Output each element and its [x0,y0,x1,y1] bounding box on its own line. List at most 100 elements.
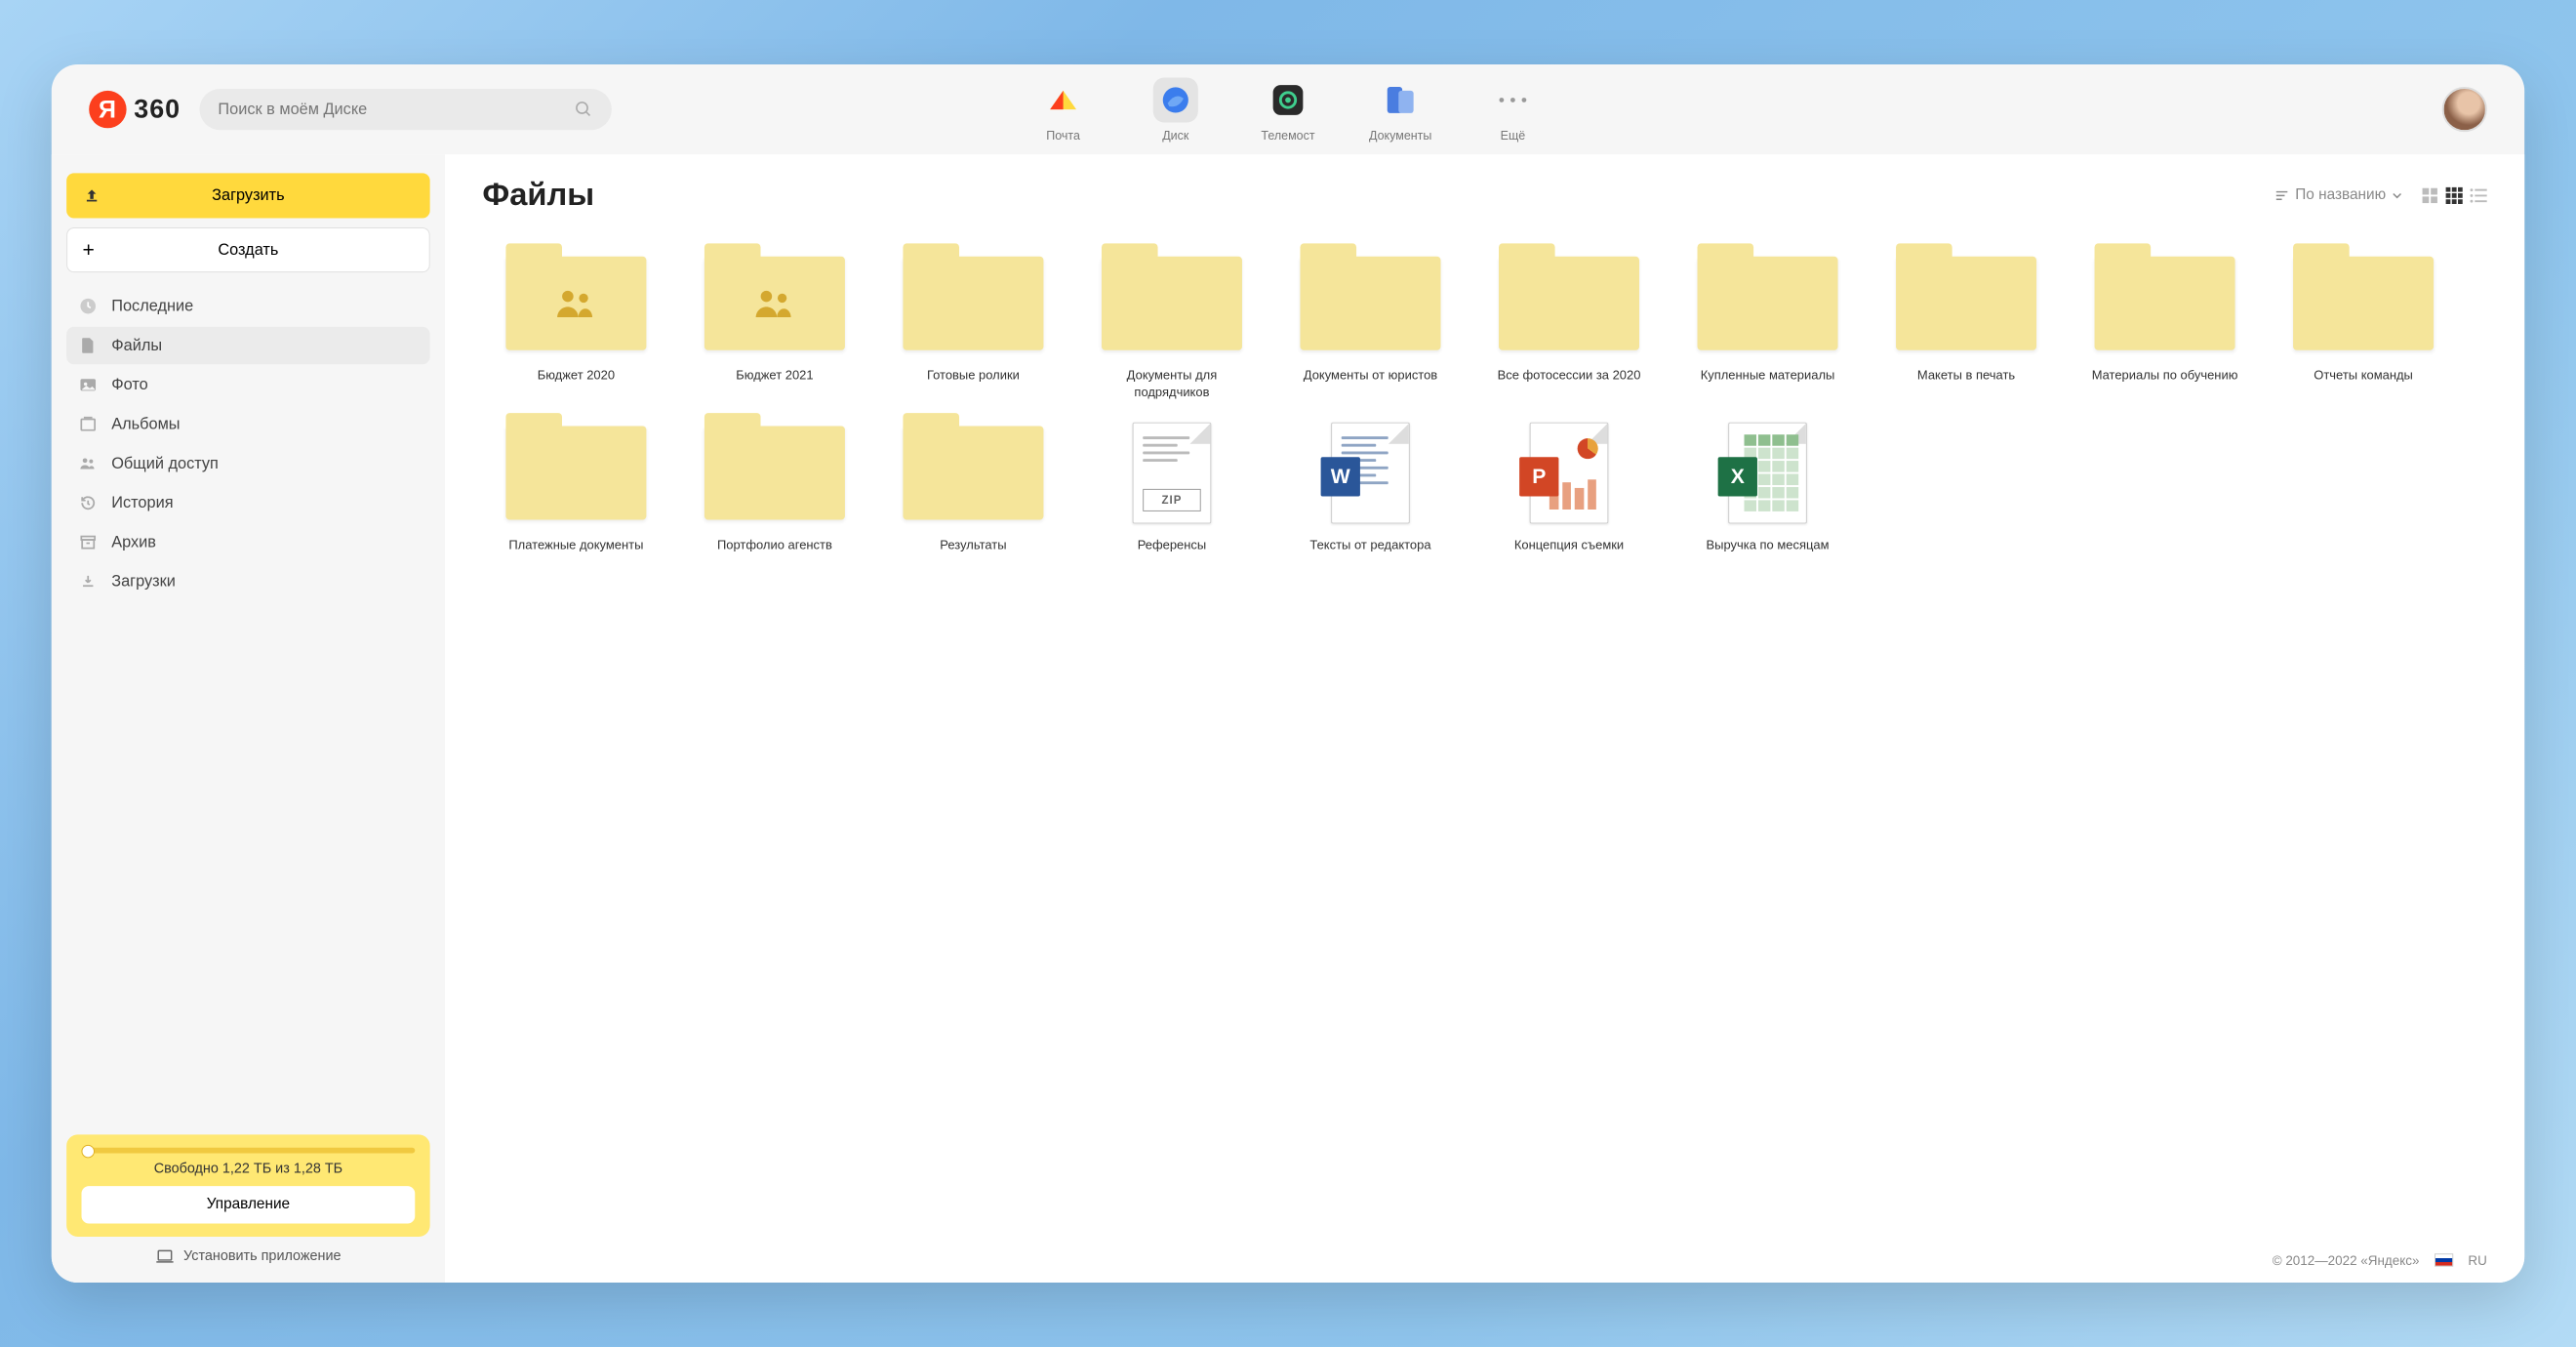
folder-item[interactable]: Готовые ролики [879,247,1067,400]
storage-bar [82,1148,416,1154]
folder-item[interactable]: Портфолио агенств [681,417,868,569]
logo[interactable]: Я 360 [89,91,181,128]
folder-item[interactable]: Материалы по обучению [2072,247,2259,400]
folder-item[interactable]: Бюджет 2021 [681,247,868,400]
folder-item[interactable]: Купленные материалы [1674,247,1862,400]
view-switcher [2422,186,2487,203]
create-button[interactable]: + Создать [66,227,429,272]
sort-label: По названию [2295,186,2386,203]
folder-item[interactable]: Результаты [879,417,1067,569]
excel-file-icon: X [1728,423,1807,524]
nav-disk[interactable]: Диск [1135,77,1217,142]
sort-dropdown[interactable]: По названию [2274,186,2402,203]
title-row: Файлы По названию [482,177,2486,213]
item-label: Результаты [940,537,1006,569]
folder-item[interactable]: Бюджет 2020 [482,247,669,400]
item-thumb [695,417,854,529]
sidebar-item-photo[interactable]: Фото [66,366,429,403]
laptop-icon [155,1248,174,1263]
more-icon [1490,77,1535,122]
view-small-tiles[interactable] [2446,186,2463,203]
item-thumb [1489,247,1648,359]
albums-icon [80,416,99,432]
search-icon[interactable] [574,100,592,118]
file-item[interactable]: ZIP Референсы [1078,417,1266,569]
item-label: Бюджет 2020 [538,367,615,399]
item-label: Референсы [1138,537,1207,569]
folder-item[interactable]: Платежные документы [482,417,669,569]
telemost-icon [1266,77,1310,122]
view-list[interactable] [2471,186,2487,203]
search-input[interactable] [218,100,574,118]
install-app-link[interactable]: Установить приложение [66,1247,429,1263]
photo-icon [80,377,99,393]
item-thumb [1291,247,1450,359]
view-large-tiles[interactable] [2422,186,2438,203]
file-item[interactable]: W Тексты от редактора [1276,417,1464,569]
item-label: Все фотосессии за 2020 [1498,367,1641,399]
item-thumb [2085,247,2244,359]
item-label: Бюджет 2021 [736,367,813,399]
recent-icon [80,298,99,314]
item-label: Документы от юристов [1304,367,1437,399]
sidebar-item-archive[interactable]: Архив [66,523,429,560]
item-label: Концепция съемки [1514,537,1624,569]
flag-ru-icon [2435,1253,2453,1266]
sidebar-item-downloads[interactable]: Загрузки [66,563,429,600]
item-thumb [497,417,656,529]
folder-item[interactable]: Документы для подрядчиков [1078,247,1266,400]
item-label: Выручка по месяцам [1707,537,1830,569]
folder-item[interactable]: Отчеты команды [2270,247,2457,400]
item-label: Готовые ролики [927,367,1020,399]
sidebar-item-shared[interactable]: Общий доступ [66,445,429,482]
lang-label[interactable]: RU [2468,1252,2486,1267]
folder-icon [505,427,646,520]
storage-manage-button[interactable]: Управление [82,1186,416,1223]
folder-icon [903,257,1043,350]
zip-file-icon: ZIP [1133,423,1212,524]
sidebar-item-label: Альбомы [111,415,180,433]
file-item[interactable]: X Выручка по месяцам [1674,417,1862,569]
folder-icon [1896,257,2036,350]
folder-item[interactable]: Все фотосессии за 2020 [1475,247,1663,400]
item-label: Платежные документы [508,537,643,569]
avatar[interactable] [2442,87,2487,132]
item-label: Портфолио агенств [717,537,832,569]
sidebar-item-label: Архив [111,533,156,551]
folder-item[interactable]: Макеты в печать [1872,247,2060,400]
upload-button[interactable]: Загрузить [66,173,429,218]
folder-item[interactable]: Документы от юристов [1276,247,1464,400]
sidebar-item-label: Общий доступ [111,454,219,472]
search-box[interactable] [199,89,611,130]
create-label: Создать [218,240,278,259]
file-grid: Бюджет 2020 Бюджет 2021 Готовые ролики Д… [482,247,2486,568]
sidebar-item-recent[interactable]: Последние [66,287,429,324]
folder-icon [1102,257,1242,350]
sidebar-item-history[interactable]: История [66,484,429,521]
item-thumb [1688,247,1847,359]
upload-icon [83,187,100,204]
file-item[interactable]: P Концепция съемки [1475,417,1663,569]
mail-icon [1041,77,1086,122]
sidebar-item-label: Файлы [111,336,162,354]
nav-mail[interactable]: Почта [1022,77,1104,142]
nav-documents[interactable]: Документы [1359,77,1441,142]
item-thumb [894,417,1053,529]
sidebar-item-label: Загрузки [111,572,176,591]
item-label: Макеты в печать [1917,367,2015,399]
folder-icon [704,257,845,350]
copyright: © 2012—2022 «Яндекс» [2273,1252,2420,1267]
sidebar-item-albums[interactable]: Альбомы [66,405,429,442]
nav-label: Почта [1046,128,1080,142]
folder-icon [2095,257,2235,350]
archive-icon [80,534,99,551]
sidebar-item-label: Фото [111,376,148,394]
nav-more[interactable]: Ещё [1471,77,1553,142]
sidebar-item-files[interactable]: Файлы [66,327,429,364]
folder-icon [1499,257,1639,350]
sidebar: Загрузить + Создать Последние Файлы Фото… [52,154,445,1283]
nav-telemost[interactable]: Телемост [1247,77,1329,142]
history-icon [80,495,99,511]
item-thumb [695,247,854,359]
folder-icon [903,427,1043,520]
